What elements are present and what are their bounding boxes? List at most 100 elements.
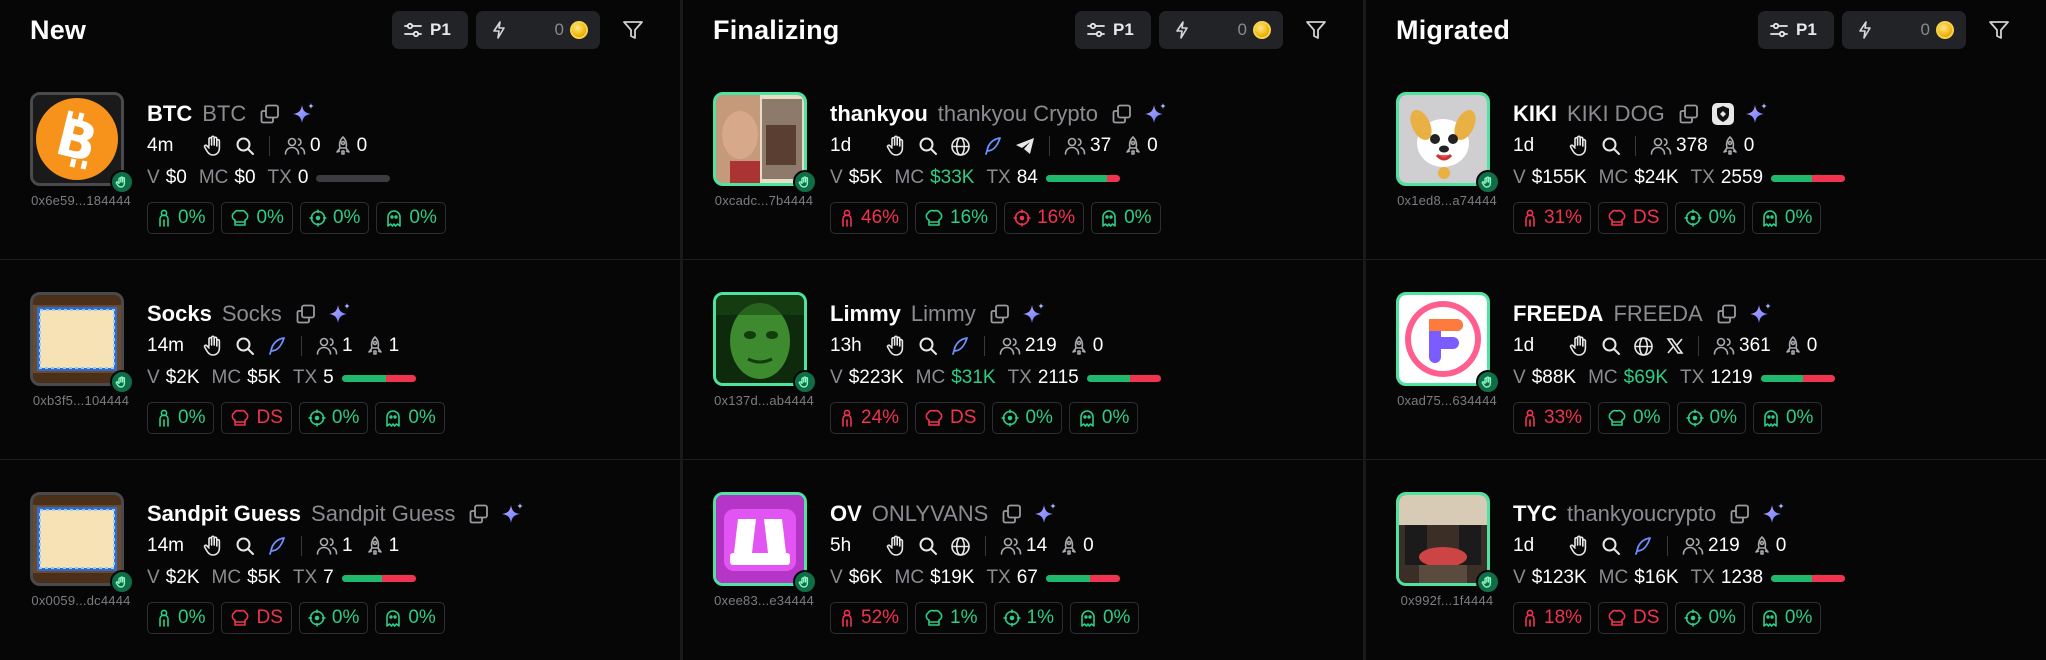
dev-holding-chip[interactable]: 0% bbox=[1598, 402, 1670, 434]
copy-icon[interactable] bbox=[1679, 104, 1699, 124]
search-icon[interactable] bbox=[235, 336, 255, 356]
insiders-chip[interactable]: 0% bbox=[1752, 402, 1823, 434]
feather-icon[interactable] bbox=[1633, 536, 1653, 556]
preset-button[interactable]: P1 bbox=[1075, 11, 1151, 49]
top-holders-chip[interactable]: 0% bbox=[147, 402, 215, 434]
token-address[interactable]: 0xcadc...7b4444 bbox=[705, 193, 823, 208]
token-row[interactable]: 0x0059...dc4444 Sandpit Guess Sandpit Gues… bbox=[0, 460, 680, 660]
insiders-chip[interactable]: 0% bbox=[376, 202, 446, 234]
snipers-chip[interactable]: 0% bbox=[299, 202, 370, 234]
token-avatar[interactable] bbox=[1396, 292, 1500, 394]
preset-button[interactable]: P1 bbox=[392, 11, 468, 49]
feather-icon[interactable] bbox=[267, 536, 287, 556]
search-icon[interactable] bbox=[235, 536, 255, 556]
token-address[interactable]: 0x137d...ab4444 bbox=[705, 393, 823, 408]
snipers-chip[interactable]: 0% bbox=[1675, 602, 1745, 634]
sparkle-icon[interactable] bbox=[1144, 102, 1168, 126]
sparkle-icon[interactable] bbox=[1034, 502, 1058, 526]
token-row[interactable]: 0xcadc...7b4444 thankyou thankyou Crypto 1d… bbox=[683, 60, 1363, 260]
dev-holding-chip[interactable]: 1% bbox=[915, 602, 987, 634]
top-holders-chip[interactable]: 46% bbox=[830, 202, 909, 234]
snipers-chip[interactable]: 0% bbox=[298, 402, 369, 434]
quick-buy-amount[interactable]: 0 bbox=[1159, 11, 1283, 49]
insiders-chip[interactable]: 0% bbox=[1091, 202, 1161, 234]
top-holders-chip[interactable]: 0% bbox=[147, 202, 215, 234]
token-address[interactable]: 0x0059...dc4444 bbox=[22, 593, 140, 608]
feather-icon[interactable] bbox=[950, 336, 970, 356]
website-icon[interactable] bbox=[950, 536, 971, 557]
top-holders-chip[interactable]: 52% bbox=[830, 602, 909, 634]
preset-button[interactable]: P1 bbox=[1758, 11, 1834, 49]
token-avatar[interactable] bbox=[30, 292, 134, 394]
feather-icon[interactable] bbox=[267, 336, 287, 356]
sparkle-icon[interactable] bbox=[292, 102, 316, 126]
token-address[interactable]: 0xee83...e34444 bbox=[705, 593, 823, 608]
copy-icon[interactable] bbox=[1730, 504, 1750, 524]
quick-buy-amount[interactable]: 0 bbox=[1842, 11, 1966, 49]
quick-buy-amount[interactable]: 0 bbox=[476, 11, 600, 49]
token-avatar[interactable] bbox=[713, 92, 817, 194]
dev-holding-chip[interactable]: DS bbox=[1598, 602, 1669, 634]
insiders-chip[interactable]: 0% bbox=[1069, 602, 1140, 634]
sparkle-icon[interactable] bbox=[1762, 502, 1786, 526]
token-row[interactable]: 0xb3f5...104444 Socks Socks 14m 1 1 V $2K MC $5K T… bbox=[0, 260, 680, 460]
token-row[interactable]: 0x992f...1f4444 TYC thankyoucrypto 1d 219 0 V $… bbox=[1366, 460, 2046, 660]
filter-button[interactable] bbox=[614, 11, 652, 49]
sparkle-icon[interactable] bbox=[1745, 102, 1769, 126]
top-holders-chip[interactable]: 0% bbox=[147, 602, 215, 634]
insiders-chip[interactable]: 0% bbox=[1751, 202, 1822, 234]
snipers-chip[interactable]: 0% bbox=[1675, 202, 1745, 234]
snipers-chip[interactable]: 16% bbox=[1004, 202, 1085, 234]
telegram-icon[interactable] bbox=[1015, 137, 1035, 155]
dev-holding-chip[interactable]: 16% bbox=[915, 202, 998, 234]
dev-holding-chip[interactable]: DS bbox=[915, 402, 986, 434]
token-address[interactable]: 0x1ed8...a74444 bbox=[1388, 193, 1506, 208]
copy-icon[interactable] bbox=[260, 104, 280, 124]
token-row[interactable]: 0x1ed8...a74444 KIKI KIKI DOG 1d 378 0 V $155K M… bbox=[1366, 60, 2046, 260]
token-address[interactable]: 0x6e59...184444 bbox=[22, 193, 140, 208]
insiders-chip[interactable]: 0% bbox=[375, 402, 445, 434]
sparkle-icon[interactable] bbox=[328, 302, 352, 326]
token-address[interactable]: 0x992f...1f4444 bbox=[1388, 593, 1506, 608]
filter-button[interactable] bbox=[1980, 11, 2018, 49]
insiders-chip[interactable]: 0% bbox=[1068, 402, 1139, 434]
sparkle-icon[interactable] bbox=[1022, 302, 1046, 326]
search-icon[interactable] bbox=[1601, 536, 1621, 556]
token-address[interactable]: 0xad75...634444 bbox=[1388, 393, 1506, 408]
copy-icon[interactable] bbox=[469, 504, 489, 524]
dev-holding-chip[interactable]: 0% bbox=[221, 202, 293, 234]
token-row[interactable]: B 0x6e59...184444 BTC BTC 4m 0 0 V $0 MC $0 TX 0 0% 0%… bbox=[0, 60, 680, 260]
token-row[interactable]: 0x137d...ab4444 Limmy Limmy 13h 219 0 V $223K MC… bbox=[683, 260, 1363, 460]
dev-holding-chip[interactable]: DS bbox=[221, 602, 292, 634]
search-icon[interactable] bbox=[1601, 136, 1621, 156]
x-twitter-icon[interactable] bbox=[1666, 337, 1684, 355]
token-avatar[interactable] bbox=[713, 492, 817, 594]
dev-holding-chip[interactable]: DS bbox=[221, 402, 292, 434]
token-avatar[interactable] bbox=[1396, 492, 1500, 594]
copy-icon[interactable] bbox=[1717, 304, 1737, 324]
snipers-chip[interactable]: 0% bbox=[992, 402, 1062, 434]
search-icon[interactable] bbox=[918, 336, 938, 356]
copy-icon[interactable] bbox=[1002, 504, 1022, 524]
snipers-chip[interactable]: 0% bbox=[298, 602, 369, 634]
website-icon[interactable] bbox=[1633, 336, 1654, 357]
dev-holding-chip[interactable]: DS bbox=[1598, 202, 1669, 234]
token-avatar[interactable]: B bbox=[30, 92, 134, 194]
copy-icon[interactable] bbox=[296, 304, 316, 324]
search-icon[interactable] bbox=[1601, 336, 1621, 356]
copy-icon[interactable] bbox=[990, 304, 1010, 324]
token-address[interactable]: 0xb3f5...104444 bbox=[22, 393, 140, 408]
sparkle-icon[interactable] bbox=[1749, 302, 1773, 326]
website-icon[interactable] bbox=[950, 136, 971, 157]
top-holders-chip[interactable]: 24% bbox=[830, 402, 909, 434]
top-holders-chip[interactable]: 31% bbox=[1513, 202, 1592, 234]
search-icon[interactable] bbox=[918, 536, 938, 556]
snipers-chip[interactable]: 0% bbox=[1676, 402, 1746, 434]
search-icon[interactable] bbox=[918, 136, 938, 156]
token-row[interactable]: 0xad75...634444 FREEDA FREEDA 1d 361 0 V $88K MC… bbox=[1366, 260, 2046, 460]
top-holders-chip[interactable]: 18% bbox=[1513, 602, 1592, 634]
insiders-chip[interactable]: 0% bbox=[375, 602, 445, 634]
insiders-chip[interactable]: 0% bbox=[1751, 602, 1822, 634]
token-avatar[interactable] bbox=[1396, 92, 1500, 194]
sparkle-icon[interactable] bbox=[501, 502, 525, 526]
